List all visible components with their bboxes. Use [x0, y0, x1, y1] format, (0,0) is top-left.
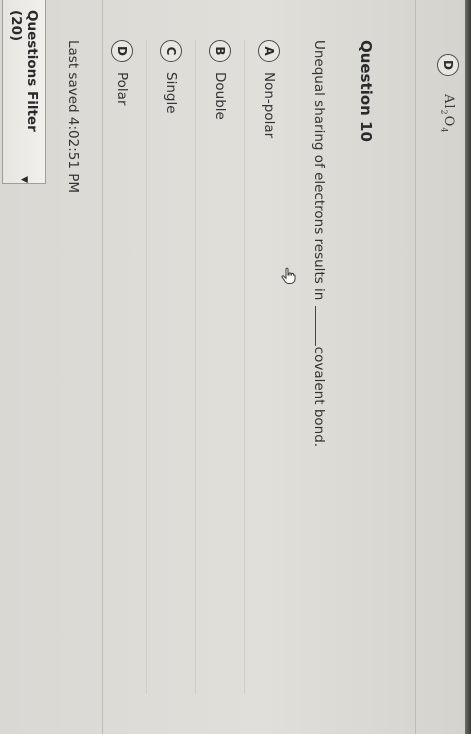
option-label: Double [212, 72, 228, 120]
option-c[interactable]: C Single [146, 40, 195, 694]
question-text-after: covalent bond. [311, 346, 327, 448]
caret-down-icon: ▼ [19, 176, 29, 183]
question-text-before: Unequal sharing of electrons results in [311, 40, 327, 301]
option-letter-badge: D [437, 54, 459, 76]
answer-options: A Non-polar B Double C Single D Polar [98, 40, 293, 694]
option-letter-badge: C [160, 40, 182, 62]
option-label: Single [163, 72, 179, 114]
option-formula: Al2O4 [439, 94, 457, 134]
section-divider [415, 0, 416, 734]
option-letter-badge: A [258, 40, 280, 62]
questions-filter-label: Questions Filter (20) [8, 10, 40, 132]
quiz-page: D Al2O4 Question 10 Unequal sharing of e… [0, 0, 471, 734]
answer-blank [315, 305, 317, 346]
previous-question-option-d[interactable]: D Al2O4 [437, 54, 459, 133]
option-b[interactable]: B Double [195, 40, 244, 694]
option-letter-badge: B [209, 40, 231, 62]
question-text: Unequal sharing of electrons results in … [311, 40, 327, 447]
option-d[interactable]: D Polar [98, 40, 146, 694]
last-saved-status: Last saved 4:02:51 PM [65, 40, 81, 193]
question-title: Question 10 [357, 40, 375, 142]
screen: D Al2O4 Question 10 Unequal sharing of e… [0, 0, 471, 734]
option-letter-badge: D [111, 40, 133, 62]
questions-filter-button[interactable]: Questions Filter (20) ▼ [2, 0, 46, 184]
option-label: Non-polar [261, 72, 277, 139]
footer-divider [102, 0, 103, 734]
option-label: Polar [114, 72, 130, 106]
option-a[interactable]: A Non-polar [244, 40, 293, 694]
